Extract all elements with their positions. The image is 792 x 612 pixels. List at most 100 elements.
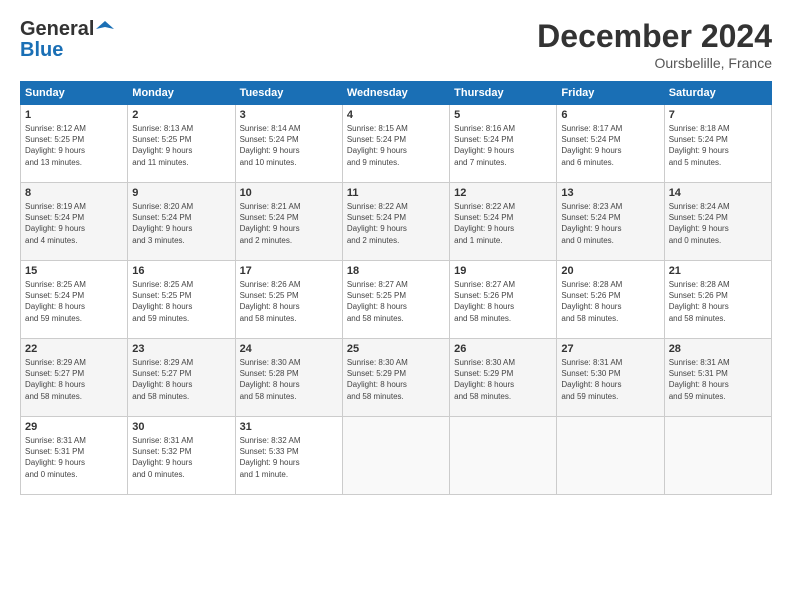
day-number: 25 — [347, 343, 445, 355]
day-number: 3 — [240, 109, 338, 121]
col-thursday: Thursday — [450, 82, 557, 105]
table-row: 10 Sunrise: 8:21 AM Sunset: 5:24 PM Dayli… — [235, 183, 342, 261]
day-info: Sunrise: 8:24 AM Sunset: 5:24 PM Dayligh… — [669, 201, 767, 246]
table-row: 4 Sunrise: 8:15 AM Sunset: 5:24 PM Daylig… — [342, 105, 449, 183]
main-title: December 2024 — [537, 18, 772, 55]
day-number: 27 — [561, 343, 659, 355]
table-row: 22 Sunrise: 8:29 AM Sunset: 5:27 PM Dayli… — [21, 339, 128, 417]
table-row: 11 Sunrise: 8:22 AM Sunset: 5:24 PM Dayli… — [342, 183, 449, 261]
table-row — [557, 417, 664, 495]
table-row: 26Sunrise: 8:30 AM Sunset: 5:29 PM Dayli… — [450, 339, 557, 417]
day-info: Sunrise: 8:32 AM Sunset: 5:33 PM Dayligh… — [240, 435, 338, 480]
day-info: Sunrise: 8:29 AM Sunset: 5:27 PM Dayligh… — [25, 357, 123, 402]
day-info: Sunrise: 8:23 AM Sunset: 5:24 PM Dayligh… — [561, 201, 659, 246]
day-info: Sunrise: 8:31 AM Sunset: 5:32 PM Dayligh… — [132, 435, 230, 480]
page: General Blue December 2024 Oursbelille, … — [0, 0, 792, 612]
day-number: 15 — [25, 265, 123, 277]
day-info: Sunrise: 8:25 AM Sunset: 5:24 PM Dayligh… — [25, 279, 123, 324]
day-info: Sunrise: 8:21 AM Sunset: 5:24 PM Dayligh… — [240, 201, 338, 246]
table-row: 3 Sunrise: 8:14 AM Sunset: 5:24 PM Daylig… — [235, 105, 342, 183]
day-number: 24 — [240, 343, 338, 355]
table-row: 5 Sunrise: 8:16 AM Sunset: 5:24 PM Daylig… — [450, 105, 557, 183]
table-row: 1 Sunrise: 8:12 AM Sunset: 5:25 PM Daylig… — [21, 105, 128, 183]
day-number: 22 — [25, 343, 123, 355]
calendar-header-row: Sunday Monday Tuesday Wednesday Thursday… — [21, 82, 772, 105]
day-info: Sunrise: 8:28 AM Sunset: 5:26 PM Dayligh… — [561, 279, 659, 324]
table-row: 30Sunrise: 8:31 AM Sunset: 5:32 PM Dayli… — [128, 417, 235, 495]
table-row: 24 Sunrise: 8:30 AM Sunset: 5:28 PM Dayli… — [235, 339, 342, 417]
table-row: 13 Sunrise: 8:23 AM Sunset: 5:24 PM Dayli… — [557, 183, 664, 261]
table-row: 2 Sunrise: 8:13 AM Sunset: 5:25 PM Daylig… — [128, 105, 235, 183]
day-number: 7 — [669, 109, 767, 121]
day-info: Sunrise: 8:31 AM Sunset: 5:31 PM Dayligh… — [669, 357, 767, 402]
day-number: 11 — [347, 187, 445, 199]
subtitle: Oursbelille, France — [537, 55, 772, 71]
day-info: Sunrise: 8:26 AM Sunset: 5:25 PM Dayligh… — [240, 279, 338, 324]
day-number: 20 — [561, 265, 659, 277]
day-number: 2 — [132, 109, 230, 121]
calendar-table: Sunday Monday Tuesday Wednesday Thursday… — [20, 81, 772, 495]
table-row: 27Sunrise: 8:31 AM Sunset: 5:30 PM Dayli… — [557, 339, 664, 417]
day-number: 16 — [132, 265, 230, 277]
calendar-week-row: 22 Sunrise: 8:29 AM Sunset: 5:27 PM Dayli… — [21, 339, 772, 417]
table-row: 12Sunrise: 8:22 AM Sunset: 5:24 PM Dayli… — [450, 183, 557, 261]
day-info: Sunrise: 8:22 AM Sunset: 5:24 PM Dayligh… — [347, 201, 445, 246]
day-info: Sunrise: 8:20 AM Sunset: 5:24 PM Dayligh… — [132, 201, 230, 246]
day-number: 29 — [25, 421, 123, 433]
col-saturday: Saturday — [664, 82, 771, 105]
table-row: 28 Sunrise: 8:31 AM Sunset: 5:31 PM Dayli… — [664, 339, 771, 417]
table-row: 31 Sunrise: 8:32 AM Sunset: 5:33 PM Dayli… — [235, 417, 342, 495]
calendar-week-row: 1 Sunrise: 8:12 AM Sunset: 5:25 PM Daylig… — [21, 105, 772, 183]
table-row: 14Sunrise: 8:24 AM Sunset: 5:24 PM Dayli… — [664, 183, 771, 261]
calendar-week-row: 8Sunrise: 8:19 AM Sunset: 5:24 PM Daylig… — [21, 183, 772, 261]
day-info: Sunrise: 8:31 AM Sunset: 5:31 PM Dayligh… — [25, 435, 123, 480]
col-tuesday: Tuesday — [235, 82, 342, 105]
day-number: 4 — [347, 109, 445, 121]
table-row: 9 Sunrise: 8:20 AM Sunset: 5:24 PM Daylig… — [128, 183, 235, 261]
day-info: Sunrise: 8:14 AM Sunset: 5:24 PM Dayligh… — [240, 123, 338, 168]
col-wednesday: Wednesday — [342, 82, 449, 105]
day-info: Sunrise: 8:16 AM Sunset: 5:24 PM Dayligh… — [454, 123, 552, 168]
table-row — [342, 417, 449, 495]
day-number: 31 — [240, 421, 338, 433]
day-number: 10 — [240, 187, 338, 199]
day-number: 23 — [132, 343, 230, 355]
table-row: 29 Sunrise: 8:31 AM Sunset: 5:31 PM Dayli… — [21, 417, 128, 495]
day-number: 21 — [669, 265, 767, 277]
day-info: Sunrise: 8:28 AM Sunset: 5:26 PM Dayligh… — [669, 279, 767, 324]
day-number: 17 — [240, 265, 338, 277]
logo: General Blue — [20, 18, 114, 62]
day-number: 28 — [669, 343, 767, 355]
day-number: 19 — [454, 265, 552, 277]
day-info: Sunrise: 8:12 AM Sunset: 5:25 PM Dayligh… — [25, 123, 123, 168]
table-row: 21 Sunrise: 8:28 AM Sunset: 5:26 PM Dayli… — [664, 261, 771, 339]
table-row: 25Sunrise: 8:30 AM Sunset: 5:29 PM Dayli… — [342, 339, 449, 417]
day-number: 5 — [454, 109, 552, 121]
col-friday: Friday — [557, 82, 664, 105]
table-row: 16 Sunrise: 8:25 AM Sunset: 5:25 PM Dayli… — [128, 261, 235, 339]
day-number: 18 — [347, 265, 445, 277]
calendar-week-row: 15 Sunrise: 8:25 AM Sunset: 5:24 PM Dayli… — [21, 261, 772, 339]
day-number: 26 — [454, 343, 552, 355]
day-info: Sunrise: 8:30 AM Sunset: 5:28 PM Dayligh… — [240, 357, 338, 402]
day-info: Sunrise: 8:27 AM Sunset: 5:26 PM Dayligh… — [454, 279, 552, 324]
day-number: 1 — [25, 109, 123, 121]
day-info: Sunrise: 8:25 AM Sunset: 5:25 PM Dayligh… — [132, 279, 230, 324]
day-info: Sunrise: 8:27 AM Sunset: 5:25 PM Dayligh… — [347, 279, 445, 324]
table-row: 7Sunrise: 8:18 AM Sunset: 5:24 PM Daylig… — [664, 105, 771, 183]
logo-blue: Blue — [20, 39, 63, 62]
logo-general: General — [20, 18, 94, 41]
day-info: Sunrise: 8:22 AM Sunset: 5:24 PM Dayligh… — [454, 201, 552, 246]
day-number: 13 — [561, 187, 659, 199]
table-row: 23Sunrise: 8:29 AM Sunset: 5:27 PM Dayli… — [128, 339, 235, 417]
col-sunday: Sunday — [21, 82, 128, 105]
day-info: Sunrise: 8:13 AM Sunset: 5:25 PM Dayligh… — [132, 123, 230, 168]
day-info: Sunrise: 8:17 AM Sunset: 5:24 PM Dayligh… — [561, 123, 659, 168]
calendar-week-row: 29 Sunrise: 8:31 AM Sunset: 5:31 PM Dayli… — [21, 417, 772, 495]
day-info: Sunrise: 8:15 AM Sunset: 5:24 PM Dayligh… — [347, 123, 445, 168]
col-monday: Monday — [128, 82, 235, 105]
header: General Blue December 2024 Oursbelille, … — [20, 18, 772, 71]
day-info: Sunrise: 8:19 AM Sunset: 5:24 PM Dayligh… — [25, 201, 123, 246]
table-row: 8Sunrise: 8:19 AM Sunset: 5:24 PM Daylig… — [21, 183, 128, 261]
day-number: 9 — [132, 187, 230, 199]
